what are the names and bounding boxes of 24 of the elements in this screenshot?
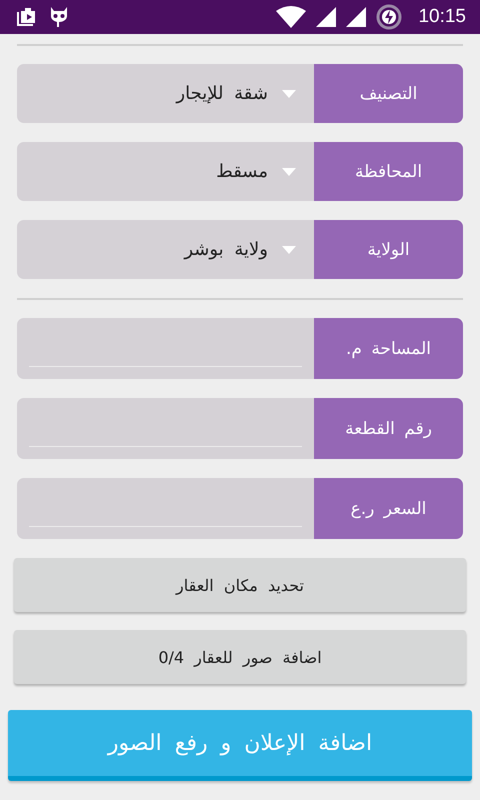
status-time: 10:15 xyxy=(418,6,466,28)
dropdown-caret-icon xyxy=(282,90,296,98)
field-label: المحافظة xyxy=(314,142,463,201)
dropdown-caret-icon xyxy=(282,168,296,176)
signal-icon xyxy=(346,7,366,27)
field-label: المساحة م. xyxy=(314,318,463,379)
action-button[interactable]: تحديد مكان العقار xyxy=(14,558,466,612)
dropdown-caret-icon xyxy=(282,246,296,254)
input-field[interactable] xyxy=(17,478,314,539)
field-label: رقم القطعة xyxy=(314,398,463,459)
dropdown-field[interactable]: ولاية بوشر xyxy=(17,220,314,279)
input-field[interactable] xyxy=(17,318,314,379)
field-label: التصنيف xyxy=(314,64,463,123)
wifi-icon xyxy=(276,6,306,28)
shopping-bag-icon xyxy=(16,7,38,27)
input-field[interactable] xyxy=(17,398,314,459)
dropdown-field[interactable]: مسقط xyxy=(17,142,314,201)
action-button[interactable]: اضافة صور للعقار 0/4 xyxy=(14,630,466,684)
field-label: الولاية xyxy=(314,220,463,279)
battery-charging-icon xyxy=(376,4,402,30)
robot-icon xyxy=(48,6,70,28)
dropdown-field[interactable]: شقة للإيجار xyxy=(17,64,314,123)
field-label: السعر ر.ع xyxy=(314,478,463,539)
signal-icon xyxy=(316,7,336,27)
